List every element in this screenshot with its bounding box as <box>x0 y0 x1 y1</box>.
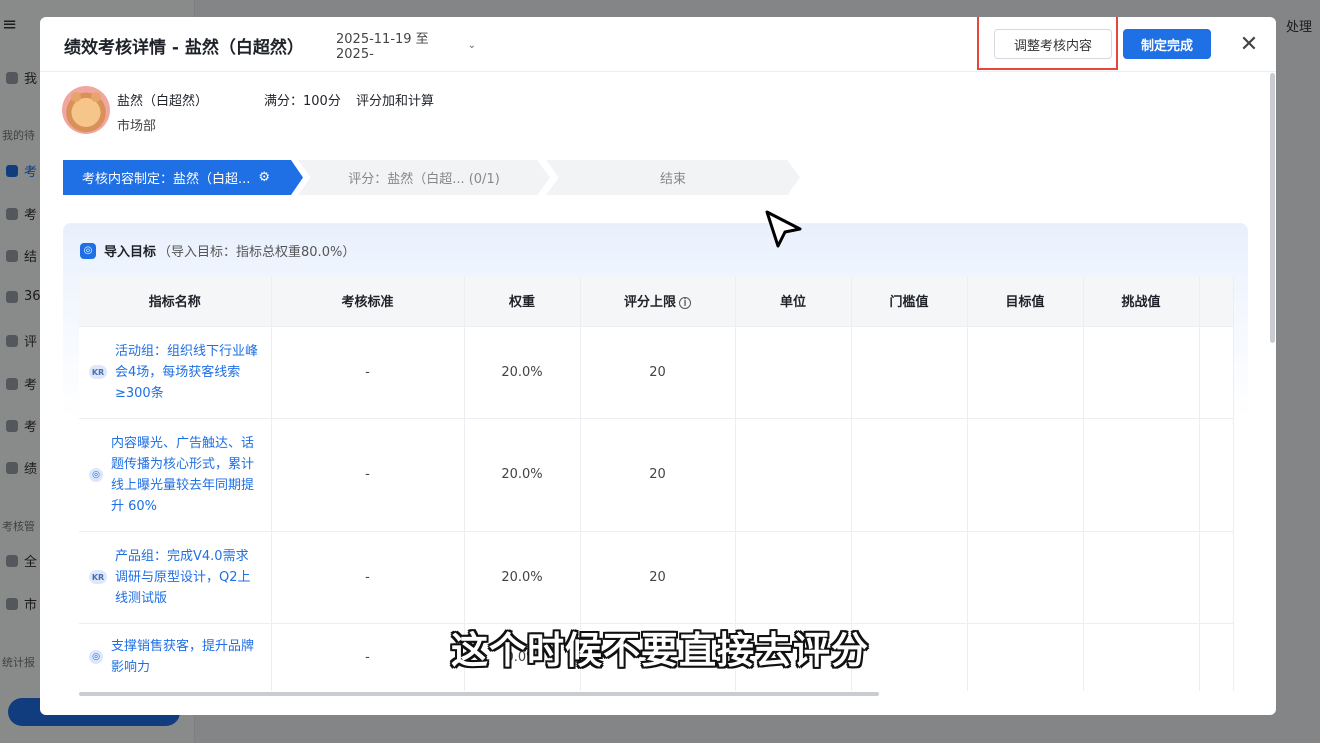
standard-cell: - <box>271 417 465 531</box>
person-name: 盐然（白超然） <box>117 94 209 109</box>
standard-cell: - <box>271 530 465 623</box>
step-label: 评分：盐然（白超... (0/1) <box>348 172 500 187</box>
annotation-highlight-box <box>977 17 1118 70</box>
card-subtitle: （导入目标：指标总权重80.0%） <box>158 245 356 260</box>
performance-detail-modal: 绩效考核详情 - 盐然（白超然） 2025-11-19 至 2025- ⌄ 调整… <box>40 17 1276 715</box>
gear-icon: ⚙ <box>258 170 271 185</box>
column-header: 权重 <box>464 276 581 326</box>
column-header: 考核标准 <box>271 276 465 326</box>
cap-cell: 20 <box>580 325 736 418</box>
date-range-select[interactable]: 2025-11-19 至 2025- ⌄ <box>326 30 486 62</box>
column-header: 单位 <box>735 276 852 326</box>
column-header: 门槛值 <box>851 276 968 326</box>
modal-title: 绩效考核详情 - 盐然（白超然） <box>64 38 304 58</box>
person-department: 市场部 <box>117 119 157 134</box>
objective-icon: ◎ <box>89 467 103 482</box>
video-subtitle: 这个时候不要直接去评分 <box>451 629 869 672</box>
step-label: 考核内容制定：盐然（白超... <box>81 172 251 187</box>
weight-cell: 20.0% <box>464 325 581 418</box>
weight-cell: 20.0% <box>464 417 581 531</box>
column-header: 评分上限 i <box>580 276 736 326</box>
table-row[interactable]: ◎ 内容曝光、广告触达、话题传播为核心形式，累计线上曝光量较去年同期提升 60% … <box>79 417 1234 531</box>
indicator-name[interactable]: ◎ 内容曝光、广告触达、话题传播为核心形式，累计线上曝光量较去年同期提升 60% <box>79 433 271 517</box>
column-header: 挑战值 <box>1083 276 1200 326</box>
kr-badge-icon: KR <box>89 570 107 584</box>
calc-method: 评分加和计算 <box>356 94 435 109</box>
step-label: 结束 <box>659 172 686 187</box>
table-row[interactable]: KR 活动组：组织线下行业峰会4场，每场获客线索≥300条 - 20.0% 20 <box>79 325 1234 418</box>
weight-cell: 20.0% <box>464 530 581 623</box>
cap-cell: 20 <box>580 530 736 623</box>
date-range-value: 2025-11-19 至 2025- <box>336 32 429 62</box>
card-title: 导入目标 <box>104 245 157 260</box>
target-icon: ◎ <box>80 242 96 259</box>
indicator-name[interactable]: KR 活动组：组织线下行业峰会4场，每场获客线索≥300条 <box>79 341 271 404</box>
close-icon[interactable]: ✕ <box>1238 31 1260 57</box>
chevron-down-icon: ⌄ <box>467 39 476 51</box>
table-header-row: 指标名称 考核标准 权重 评分上限 i 单位 门槛值 目标值 挑战值 <box>79 276 1234 326</box>
cap-cell: 20 <box>580 417 736 531</box>
table-row[interactable]: KR 产品组：完成V4.0需求调研与原型设计，Q2上线测试版 - 20.0% 20 <box>79 530 1234 623</box>
info-icon[interactable]: i <box>679 297 691 310</box>
horizontal-scrollbar[interactable] <box>79 692 879 696</box>
finish-button[interactable]: 制定完成 <box>1123 29 1211 59</box>
column-header-overflow <box>1199 276 1234 326</box>
card-header: ◎ 导入目标 （导入目标：指标总权重80.0%） <box>80 241 355 260</box>
column-header: 指标名称 <box>79 276 272 326</box>
mouse-cursor-icon <box>765 210 802 248</box>
standard-cell: - <box>271 325 465 418</box>
column-header: 目标值 <box>967 276 1084 326</box>
step-end[interactable]: 结束 <box>546 160 800 195</box>
kr-badge-icon: KR <box>89 365 107 379</box>
full-score: 满分：100分 <box>264 94 341 109</box>
indicator-name[interactable]: KR 产品组：完成V4.0需求调研与原型设计，Q2上线测试版 <box>79 546 271 609</box>
step-scoring[interactable]: 评分：盐然（白超... (0/1) <box>298 160 550 195</box>
avatar <box>62 86 110 134</box>
vertical-scrollbar[interactable] <box>1270 73 1275 343</box>
step-content-setting[interactable]: 考核内容制定：盐然（白超... ⚙ <box>63 160 303 195</box>
